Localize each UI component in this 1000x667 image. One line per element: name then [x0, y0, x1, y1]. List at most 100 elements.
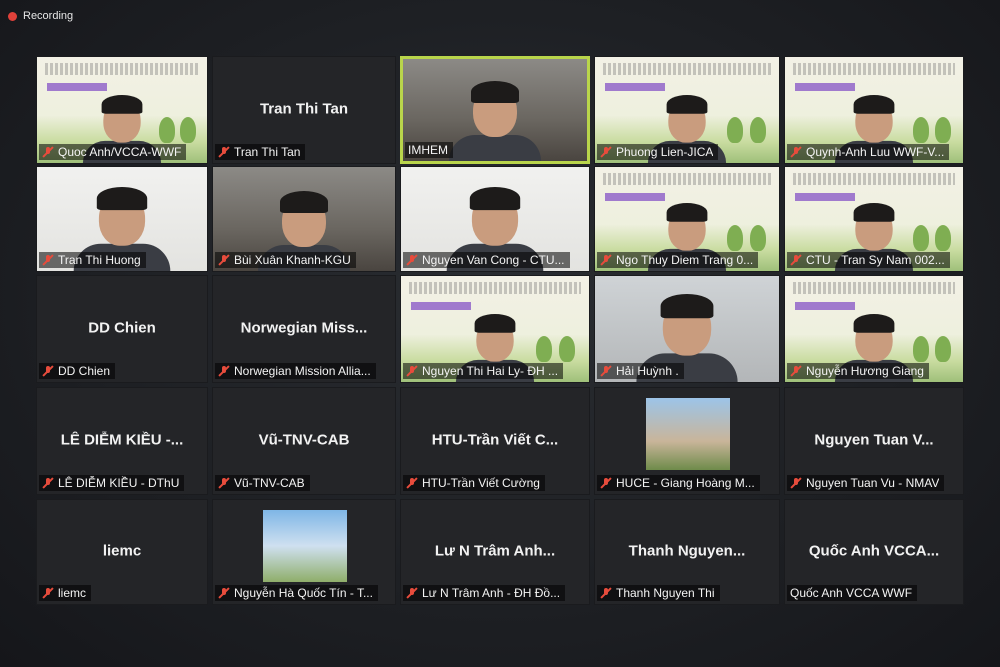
participant-name-label: DD Chien: [39, 363, 116, 379]
participant-name-label: HTU-Trần Viết Cường: [403, 475, 545, 491]
participant-tile[interactable]: HUCE - Giang Hoàng M...: [594, 387, 780, 495]
participant-name-label: Nguyễn Hương Giang: [787, 363, 929, 379]
slide-tree-graphic: [179, 117, 196, 143]
participant-name-label: Nguyen Tuan Vu - NMAV: [787, 475, 945, 491]
participant-tile[interactable]: Bùi Xuân Khanh-KGU: [212, 166, 396, 272]
participant-tile[interactable]: Nguyễn Hương Giang: [784, 275, 964, 383]
participant-tile[interactable]: Thanh Nguyen... Thanh Nguyen Thi: [594, 499, 780, 605]
participant-name-label: LÊ DIỄM KIỀU - DThU: [39, 475, 185, 491]
mic-muted-icon: [406, 587, 418, 599]
participant-label-text: Nguyễn Hương Giang: [806, 364, 924, 378]
mic-muted-icon: [218, 254, 230, 266]
slide-tree-graphic: [727, 117, 744, 143]
mic-muted-icon: [790, 365, 802, 377]
mic-muted-icon: [790, 254, 802, 266]
mic-muted-icon: [406, 254, 418, 266]
mic-muted-icon: [218, 587, 230, 599]
participant-video-person: [449, 81, 541, 161]
participant-tile[interactable]: Nguyen Tuan V... Nguyen Tuan Vu - NMAV: [784, 387, 964, 495]
slide-title-text: [793, 282, 955, 294]
mic-muted-icon: [42, 477, 54, 489]
mic-muted-icon: [600, 146, 612, 158]
participant-label-text: Norwegian Mission Allia...: [234, 364, 371, 378]
participant-tile[interactable]: liemc liemc: [36, 499, 208, 605]
slide-banner: [47, 83, 107, 91]
recording-indicator: Recording: [8, 8, 73, 24]
slide-tree-graphic: [558, 336, 575, 362]
participant-tile[interactable]: Norwegian Miss... Norwegian Mission Allia…: [212, 275, 396, 383]
participant-tile[interactable]: Quoc Anh/VCCA-WWF: [36, 56, 208, 164]
participant-tile[interactable]: Lư N Trâm Anh... Lư N Trâm Anh - ĐH Đồ...: [400, 499, 590, 605]
participant-label-text: Quynh-Anh Luu WWF-V...: [806, 145, 945, 159]
participant-tile[interactable]: Nguyen Van Cong - CTU...: [400, 166, 590, 272]
participant-name-label: Bùi Xuân Khanh-KGU: [215, 252, 356, 268]
slide-title-text: [603, 63, 771, 75]
slide-banner: [795, 83, 855, 91]
participant-tile[interactable]: LÊ DIỄM KIỀU -... LÊ DIỄM KIỀU - DThU: [36, 387, 208, 495]
participant-label-text: IMHEM: [408, 143, 448, 157]
mic-muted-icon: [600, 587, 612, 599]
slide-tree-graphic: [536, 336, 553, 362]
participant-label-text: Quoc Anh/VCCA-WWF: [58, 145, 182, 159]
participant-tile[interactable]: Ngo Thuy Diem Trang 0...: [594, 166, 780, 272]
participant-tile[interactable]: Nguyễn Hà Quốc Tín - T...: [212, 499, 396, 605]
participant-display-name: Thanh Nguyen...: [628, 542, 746, 560]
participant-tile[interactable]: Quynh-Anh Luu WWF-V...: [784, 56, 964, 164]
slide-title-text: [793, 173, 955, 185]
participant-label-text: Bùi Xuân Khanh-KGU: [234, 253, 351, 267]
slide-banner: [411, 302, 471, 310]
participant-label-text: Vũ-TNV-CAB: [234, 476, 305, 490]
participant-display-name: Vũ-TNV-CAB: [258, 431, 350, 449]
participant-label-text: CTU - Tran Sy Nam 002...: [806, 253, 945, 267]
participant-label-text: Nguyen Thi Hai Ly- ĐH ...: [422, 364, 559, 378]
slide-banner: [795, 193, 855, 201]
mic-muted-icon: [42, 254, 54, 266]
participant-tile[interactable]: Tran Thi Tan Tran Thi Tan: [212, 56, 396, 164]
participant-label-text: Thanh Nguyen Thi: [616, 586, 715, 600]
participant-tile[interactable]: CTU - Tran Sy Nam 002...: [784, 166, 964, 272]
participant-name-label: liemc: [39, 585, 92, 601]
participant-name-label: Nguyen Van Cong - CTU...: [403, 252, 570, 268]
mic-muted-icon: [600, 365, 612, 377]
participant-label-text: Quốc Anh VCCA WWF: [790, 586, 913, 600]
participant-label-text: HTU-Trần Viết Cường: [422, 476, 540, 490]
participant-name-label: Quốc Anh VCCA WWF: [787, 585, 918, 601]
mic-muted-icon: [218, 146, 230, 158]
participant-display-name: LÊ DIỄM KIỀU -...: [60, 431, 184, 449]
slide-title-text: [793, 63, 955, 75]
participant-name-label: Thanh Nguyen Thi: [597, 585, 720, 601]
mic-muted-icon: [218, 365, 230, 377]
participant-tile[interactable]: Quốc Anh VCCA... Quốc Anh VCCA WWF: [784, 499, 964, 605]
participant-avatar: [263, 510, 347, 582]
slide-title-text: [603, 173, 771, 185]
participant-name-label: Quoc Anh/VCCA-WWF: [39, 144, 187, 160]
mic-muted-icon: [42, 587, 54, 599]
participant-label-text: Nguyen Tuan Vu - NMAV: [806, 476, 940, 490]
slide-title-text: [409, 282, 581, 294]
slide-banner: [605, 193, 665, 201]
participant-tile[interactable]: Nguyen Thi Hai Ly- ĐH ...: [400, 275, 590, 383]
mic-muted-icon: [790, 477, 802, 489]
participant-name-label: Quynh-Anh Luu WWF-V...: [787, 144, 950, 160]
participant-display-name: HTU-Trần Viết C...: [431, 431, 559, 449]
participant-tile[interactable]: Phuong Lien-JICA: [594, 56, 780, 164]
slide-tree-graphic: [159, 117, 176, 143]
participant-label-text: Ngo Thuy Diem Trang 0...: [616, 253, 754, 267]
participant-name-label: HUCE - Giang Hoàng M...: [597, 475, 760, 491]
participant-display-name: Nguyen Tuan V...: [814, 431, 934, 449]
participant-avatar: [646, 398, 730, 470]
participant-tile[interactable]: DD Chien DD Chien: [36, 275, 208, 383]
mic-muted-icon: [790, 146, 802, 158]
participant-tile[interactable]: Hải Huỳnh .: [594, 275, 780, 383]
participant-tile[interactable]: Tran Thi Huong: [36, 166, 208, 272]
participant-label-text: Nguyễn Hà Quốc Tín - T...: [234, 586, 373, 600]
participant-display-name: Tran Thi Tan: [259, 100, 349, 118]
participant-label-text: HUCE - Giang Hoàng M...: [616, 476, 755, 490]
participant-tile[interactable]: Vũ-TNV-CAB Vũ-TNV-CAB: [212, 387, 396, 495]
participant-name-label: Lư N Trâm Anh - ĐH Đồ...: [403, 585, 566, 601]
participant-tile[interactable]: HTU-Trần Viết C... HTU-Trần Viết Cường: [400, 387, 590, 495]
slide-title-text: [45, 63, 199, 75]
recording-label: Recording: [23, 10, 74, 22]
participant-label-text: Phuong Lien-JICA: [616, 145, 714, 159]
participant-tile[interactable]: IMHEM: [400, 56, 590, 164]
